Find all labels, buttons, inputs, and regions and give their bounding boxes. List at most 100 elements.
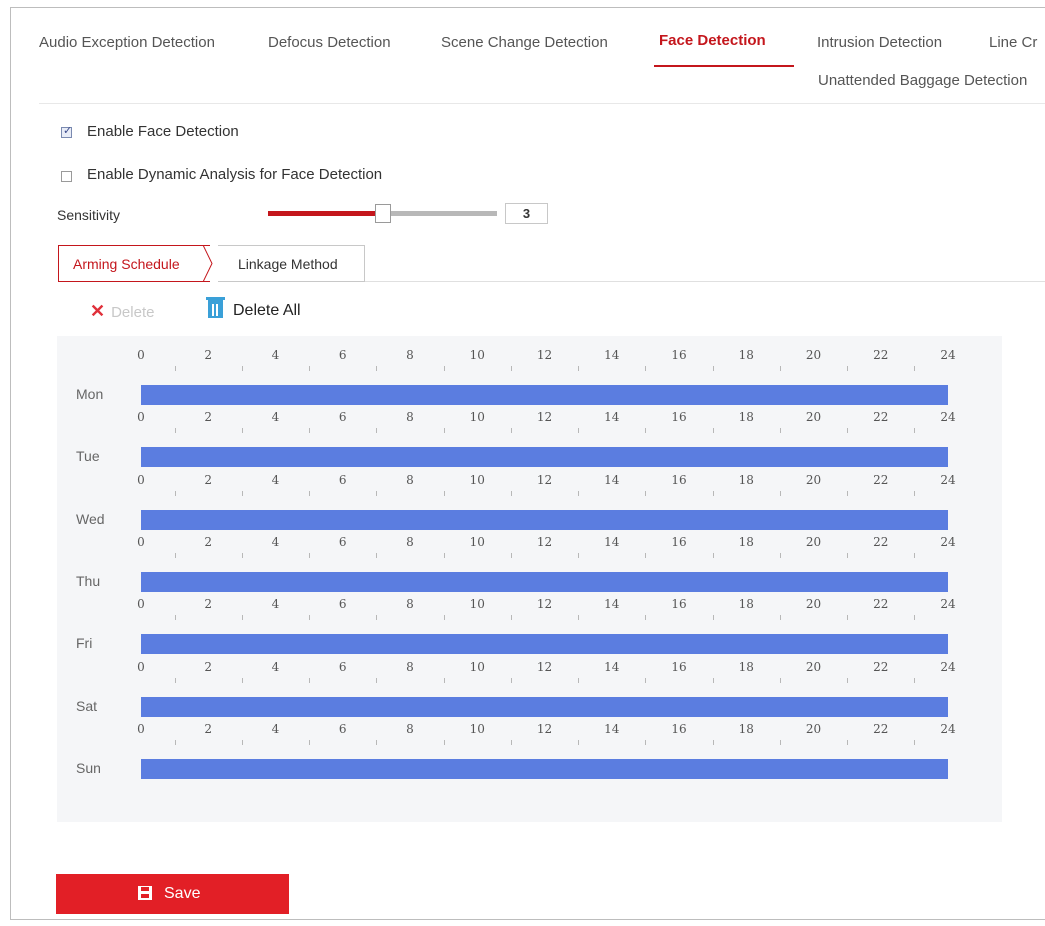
hour-label: 4 (271, 348, 280, 362)
hour-tick (847, 552, 849, 558)
hour-label: 6 (338, 659, 347, 674)
save-button[interactable]: Save (56, 874, 289, 914)
hour-tick (779, 428, 781, 434)
hour-label: 16 (671, 472, 687, 487)
schedule-bar[interactable] (141, 385, 948, 405)
tab-intrusion-detection[interactable]: Intrusion Detection (817, 34, 942, 51)
hour-tick (914, 552, 916, 558)
hour-label: 6 (338, 534, 347, 549)
hour-label: 14 (604, 472, 620, 487)
subtab-arming-schedule[interactable]: Arming Schedule (58, 245, 210, 282)
schedule-bar[interactable] (141, 509, 948, 530)
hour-tick (578, 552, 580, 558)
hour-tick (174, 677, 176, 683)
enable-dynamic-analysis-checkbox[interactable] (61, 171, 72, 182)
hour-label: 18 (738, 597, 754, 612)
schedule-row: 0 2 4 6 8 10 12 14 16 18 20 22 24 Tue (57, 410, 1002, 472)
hour-label: 4 (271, 597, 280, 612)
hour-label: 0 (137, 410, 145, 425)
hour-tick (645, 490, 647, 496)
hour-label: 12 (536, 597, 553, 612)
tab-defocus-detection[interactable]: Defocus Detection (268, 34, 391, 51)
hour-tick (712, 615, 714, 621)
tab-scene-change-detection[interactable]: Scene Change Detection (441, 34, 608, 51)
hour-tick (779, 615, 781, 621)
tab-unattended-baggage-detection[interactable]: Unattended Baggage Detection (818, 72, 1027, 89)
schedule-bar[interactable] (141, 758, 948, 779)
hour-tick (712, 677, 714, 683)
hour-tick (309, 428, 311, 434)
schedule-bar[interactable] (141, 571, 948, 592)
hour-label: 20 (805, 597, 822, 612)
subtab-linkage-method[interactable]: Linkage Method (218, 245, 365, 282)
hour-label: 2 (204, 472, 213, 487)
hour-tick (443, 677, 445, 683)
hour-label: 4 (271, 472, 280, 487)
hour-tick (510, 490, 512, 496)
sensitivity-slider-fill[interactable] (268, 211, 378, 216)
hour-tick (779, 552, 781, 558)
enable-face-detection-checkbox[interactable]: ✓ (61, 125, 72, 138)
hour-tick (510, 739, 512, 745)
hour-tick (914, 615, 916, 621)
hour-label: 22 (873, 534, 889, 549)
hour-label: 20 (805, 534, 822, 549)
day-label: Fri (76, 635, 93, 652)
tab-face-detection[interactable]: Face Detection (659, 32, 766, 49)
hour-tick (510, 615, 512, 621)
hour-tick (174, 366, 176, 371)
hour-tick (847, 739, 849, 745)
hour-label: 8 (406, 659, 414, 674)
hour-label: 24 (940, 659, 956, 674)
hour-tick (847, 677, 849, 683)
hour-label: 22 (873, 348, 889, 362)
hour-label: 22 (873, 472, 889, 487)
hour-label: 16 (671, 721, 687, 736)
hour-tick (578, 428, 580, 434)
enable-face-detection-label: Enable Face Detection (87, 123, 239, 140)
hour-label: 20 (805, 721, 822, 736)
hour-tick (174, 428, 176, 434)
sensitivity-slider-handle[interactable] (375, 204, 391, 223)
active-tab-indicator (654, 65, 794, 67)
hour-tick (443, 615, 445, 621)
sensitivity-value[interactable]: 3 (505, 203, 548, 224)
schedule-bar[interactable] (141, 634, 948, 655)
hour-label: 0 (137, 472, 145, 487)
hour-label: 14 (604, 597, 620, 612)
schedule-bar[interactable] (141, 447, 948, 468)
hour-label: 10 (469, 534, 485, 549)
sensitivity-slider-track[interactable] (390, 211, 497, 216)
subtab-divider (365, 281, 1045, 282)
tabs-divider (39, 103, 1045, 104)
hour-tick (443, 552, 445, 558)
hour-label: 2 (204, 534, 213, 549)
delete-all-button[interactable]: Delete All (206, 297, 301, 320)
hour-tick (578, 677, 580, 683)
hour-tick (712, 552, 714, 558)
hour-tick (241, 677, 243, 683)
tab-line-crossing[interactable]: Line Cr (989, 34, 1037, 51)
hour-tick (578, 739, 580, 745)
hour-label: 8 (406, 410, 414, 425)
hour-tick (779, 739, 781, 745)
hour-label: 24 (940, 534, 956, 549)
hour-tick (174, 490, 176, 496)
arming-schedule-grid: 0 2 4 6 8 10 12 14 16 18 20 22 24 Mon 0 2 4 6 8 10 12 14 16 18 2… (57, 336, 1002, 822)
hour-tick (376, 490, 378, 496)
schedule-bar[interactable] (141, 696, 948, 717)
schedule-row: 0 2 4 6 8 10 12 14 16 18 20 22 24 Sat (57, 660, 1002, 722)
hour-label: 24 (940, 472, 956, 487)
hour-tick (174, 615, 176, 621)
hour-tick (914, 366, 916, 371)
day-label: Sat (76, 697, 98, 714)
tab-audio-exception-detection[interactable]: Audio Exception Detection (39, 34, 215, 51)
schedule-row: 0 2 4 6 8 10 12 14 16 18 20 22 24 Sun (57, 722, 1002, 784)
delete-button[interactable]: ✕ Delete (90, 301, 154, 322)
hour-label: 8 (406, 534, 414, 549)
hour-label: 0 (137, 659, 145, 674)
hour-tick (510, 366, 512, 371)
hour-tick (309, 615, 311, 621)
hour-label: 18 (738, 348, 754, 362)
hour-tick (578, 615, 580, 621)
